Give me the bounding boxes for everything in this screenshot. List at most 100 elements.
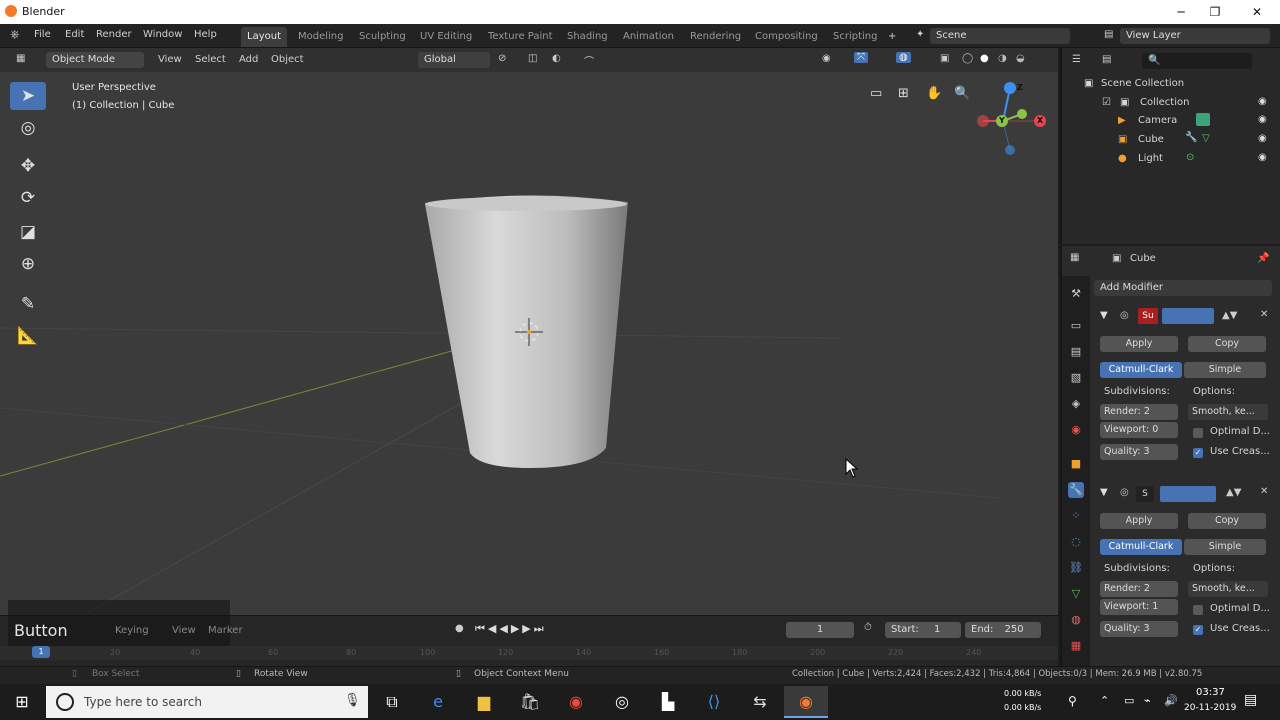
- minimize-button[interactable]: ─: [1166, 2, 1196, 22]
- modifier1-uv-smooth-dropdown[interactable]: Smooth, ke...: [1188, 404, 1268, 420]
- annotate-tool[interactable]: ✎: [10, 290, 46, 318]
- xray-icon[interactable]: ▣: [940, 53, 949, 64]
- modifier2-simple-option[interactable]: Simple: [1184, 539, 1266, 555]
- falloff-icon[interactable]: ⌒: [584, 53, 594, 68]
- outliner-item-camera[interactable]: Camera: [1138, 115, 1177, 126]
- modifier1-display-toggles[interactable]: [1162, 308, 1214, 324]
- modifier2-uv-smooth-dropdown[interactable]: Smooth, ke...: [1188, 581, 1268, 597]
- tab-layout[interactable]: Layout: [241, 27, 287, 47]
- modifier1-render-levels[interactable]: Render: 2: [1100, 404, 1178, 420]
- transform-tool[interactable]: ⊕: [10, 250, 46, 278]
- gizmo-toggle-icon[interactable]: ⤧: [854, 52, 868, 63]
- modifier2-optimal-display-checkbox[interactable]: [1193, 605, 1203, 615]
- modifier2-use-creases-checkbox[interactable]: ✓: [1193, 625, 1203, 635]
- modifier1-apply-button[interactable]: Apply: [1100, 336, 1178, 352]
- material-tab-icon[interactable]: ◍: [1068, 612, 1084, 628]
- menu-window[interactable]: Window: [143, 29, 182, 40]
- collection-visibility-icon[interactable]: ◉: [1258, 96, 1267, 107]
- menu-file[interactable]: File: [34, 29, 51, 40]
- modifier1-remove-icon[interactable]: ✕: [1260, 309, 1268, 320]
- rendered-shading-icon[interactable]: ◒: [1016, 53, 1025, 64]
- viewport-menu-add[interactable]: Add: [239, 54, 258, 65]
- timeline-menu-view[interactable]: View: [172, 625, 196, 636]
- cursor-tool[interactable]: ◎: [10, 114, 46, 142]
- outliner-item-cube[interactable]: Cube: [1138, 134, 1164, 145]
- menu-help[interactable]: Help: [194, 29, 217, 40]
- modifier1-viewport-levels[interactable]: Viewport: 0: [1100, 422, 1178, 438]
- data-tab-icon[interactable]: ▽: [1068, 586, 1084, 602]
- network-icon[interactable]: ⌁: [1144, 694, 1151, 707]
- taskbar-clock-date[interactable]: 20-11-2019: [1184, 703, 1236, 713]
- task-view-icon[interactable]: ⧉: [370, 686, 414, 718]
- app-icon[interactable]: ⇆: [738, 686, 782, 718]
- outliner-item-light[interactable]: Light: [1138, 153, 1163, 164]
- modifier2-remove-icon[interactable]: ✕: [1260, 486, 1268, 497]
- viewport-menu-object[interactable]: Object: [271, 54, 304, 65]
- modifier1-quality[interactable]: Quality: 3: [1100, 444, 1178, 460]
- menu-render[interactable]: Render: [96, 29, 132, 40]
- blender-taskbar-icon[interactable]: ◉: [784, 686, 828, 718]
- tab-texture-paint[interactable]: Texture Paint: [482, 27, 559, 47]
- modifier2-render-levels[interactable]: Render: 2: [1100, 581, 1178, 597]
- pan-hand-icon[interactable]: ✋: [926, 86, 942, 101]
- proportional-edit-icon[interactable]: ◐: [552, 53, 561, 64]
- timeline-menu-marker[interactable]: Marker: [208, 625, 243, 636]
- unreal-engine-icon[interactable]: ◎: [600, 686, 644, 718]
- scale-tool[interactable]: ◪: [10, 218, 46, 246]
- modifier2-quality[interactable]: Quality: 3: [1100, 621, 1178, 637]
- modifier2-copy-button[interactable]: Copy: [1188, 513, 1266, 529]
- 3d-viewport[interactable]: [0, 48, 1058, 615]
- outliner-type-icon[interactable]: ☰: [1072, 54, 1081, 65]
- file-explorer-icon[interactable]: ▆: [462, 686, 506, 718]
- modifier1-copy-button[interactable]: Copy: [1188, 336, 1266, 352]
- pin-icon[interactable]: 📌: [1257, 253, 1269, 264]
- current-frame-field[interactable]: 1: [786, 622, 854, 638]
- visibility-icon[interactable]: ◉: [822, 53, 831, 64]
- battery-icon[interactable]: ▭: [1124, 694, 1134, 707]
- world-tab-icon[interactable]: ◉: [1068, 422, 1084, 438]
- modifier1-name-field[interactable]: Su: [1138, 308, 1158, 324]
- add-workspace-button[interactable]: +: [882, 27, 902, 47]
- collection-checkbox[interactable]: ☑: [1102, 97, 1111, 108]
- overlay-toggle-icon[interactable]: ◍: [896, 52, 911, 63]
- camera-view-icon[interactable]: ▭: [870, 86, 882, 101]
- store-icon[interactable]: 🛍: [508, 686, 552, 718]
- tab-scripting[interactable]: Scripting: [827, 27, 883, 47]
- wireframe-shading-icon[interactable]: ◯: [962, 53, 973, 64]
- scene-tab-icon[interactable]: ◈: [1068, 396, 1084, 412]
- select-box-tool[interactable]: ➤: [10, 82, 46, 110]
- particles-tab-icon[interactable]: ⁘: [1068, 508, 1084, 524]
- rotate-tool[interactable]: ⟳: [10, 184, 46, 212]
- record-icon[interactable]: ●: [455, 623, 464, 634]
- view-layer-tab-icon[interactable]: ▧: [1068, 370, 1084, 386]
- playback-controls[interactable]: ⏮◀◀▶▶⏭: [475, 622, 547, 636]
- epic-games-icon[interactable]: ▙: [646, 686, 690, 718]
- blender-menu-icon[interactable]: ⎈: [10, 27, 20, 42]
- modifier1-optimal-display-checkbox[interactable]: [1193, 428, 1203, 438]
- perspective-toggle-icon[interactable]: ⊞: [898, 86, 909, 101]
- pivot-icon[interactable]: ⊘: [498, 53, 506, 64]
- frame-end-field[interactable]: End: 250: [965, 622, 1041, 638]
- tab-rendering[interactable]: Rendering: [684, 27, 747, 47]
- properties-editor-icon[interactable]: ▦: [1070, 252, 1079, 263]
- taskbar-search-box[interactable]: Type here to search 🎙: [46, 686, 368, 718]
- light-visibility-icon[interactable]: ◉: [1258, 152, 1267, 163]
- volume-icon[interactable]: 🔊: [1164, 694, 1178, 707]
- playhead[interactable]: 1: [32, 646, 50, 658]
- transform-orientation-dropdown[interactable]: Global: [418, 52, 490, 68]
- modifier2-name-field[interactable]: S: [1136, 486, 1154, 502]
- modifier1-catmull-clark-option[interactable]: Catmull-Clark: [1100, 362, 1182, 378]
- modifier2-apply-button[interactable]: Apply: [1100, 513, 1178, 529]
- render-tab-icon[interactable]: ▭: [1068, 318, 1084, 334]
- stopwatch-icon[interactable]: ⏱: [864, 622, 872, 633]
- snap-icon[interactable]: ◫: [528, 53, 537, 64]
- tab-animation[interactable]: Animation: [617, 27, 680, 47]
- object-mode-dropdown[interactable]: Object Mode: [46, 52, 144, 68]
- modifier2-catmull-clark-option[interactable]: Catmull-Clark: [1100, 539, 1182, 555]
- tab-sculpting[interactable]: Sculpting: [353, 27, 412, 47]
- chrome-icon[interactable]: ◉: [554, 686, 598, 718]
- texture-tab-icon[interactable]: ▦: [1068, 638, 1084, 654]
- modifier1-expand-icon[interactable]: ▼: [1100, 310, 1108, 321]
- object-tab-icon[interactable]: ■: [1068, 456, 1084, 472]
- tab-uv-editing[interactable]: UV Editing: [414, 27, 478, 47]
